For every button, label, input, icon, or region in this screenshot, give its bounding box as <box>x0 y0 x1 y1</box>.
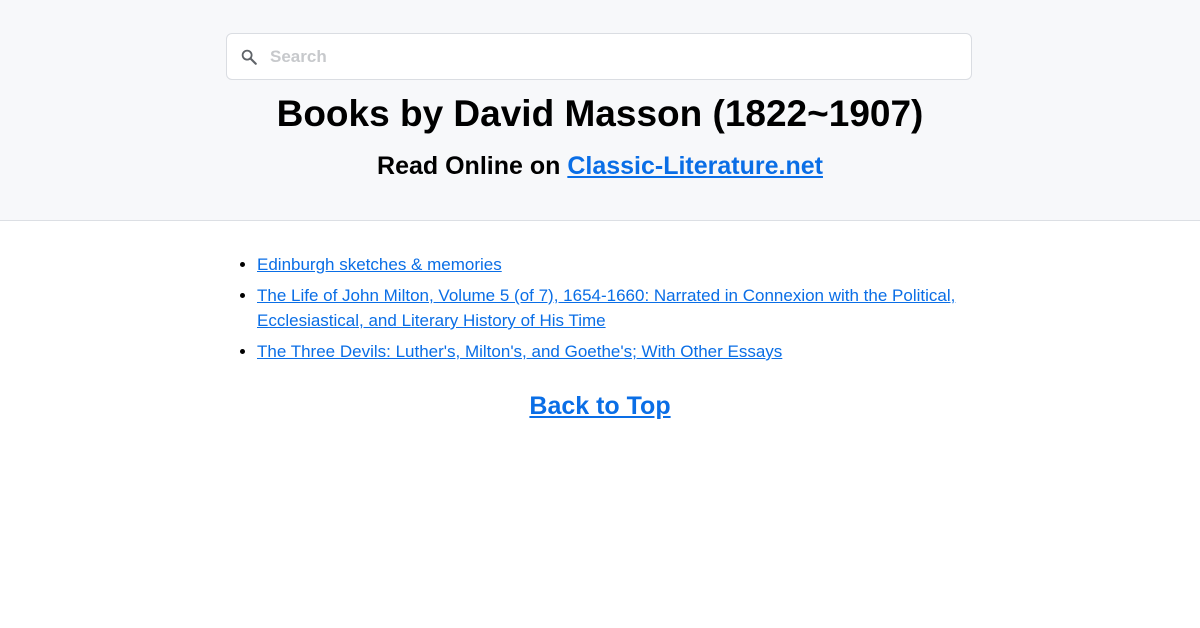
search-box[interactable] <box>226 33 972 80</box>
subtitle: Read Online on Classic-Literature.net <box>0 150 1200 182</box>
book-link[interactable]: The Three Devils: Luther's, Milton's, an… <box>257 342 782 361</box>
list-item: The Three Devils: Luther's, Milton's, an… <box>257 339 977 364</box>
search-icon <box>241 49 257 65</box>
list-item: Edinburgh sketches & memories <box>257 252 977 277</box>
list-item: The Life of John Milton, Volume 5 (of 7)… <box>257 283 977 333</box>
back-to-top-link[interactable]: Back to Top <box>529 392 670 420</box>
book-list: Edinburgh sketches & memories The Life o… <box>237 252 977 370</box>
book-link[interactable]: The Life of John Milton, Volume 5 (of 7)… <box>257 286 955 330</box>
site-link[interactable]: Classic-Literature.net <box>567 152 823 180</box>
page-header: Books by David Masson (1822~1907) Read O… <box>0 0 1200 221</box>
search-input[interactable] <box>270 42 950 72</box>
book-link[interactable]: Edinburgh sketches & memories <box>257 255 502 274</box>
back-to-top-container: Back to Top <box>0 390 1200 422</box>
page-title: Books by David Masson (1822~1907) <box>276 93 924 134</box>
subtitle-prefix: Read Online on <box>377 152 568 180</box>
